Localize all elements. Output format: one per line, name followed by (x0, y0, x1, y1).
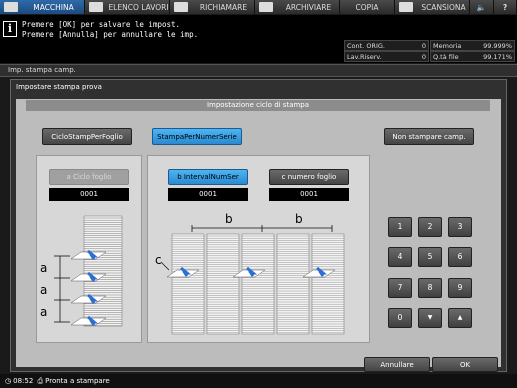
ciclo-foglio-diagram (54, 215, 123, 327)
annullare-button[interactable]: Annullare (364, 357, 430, 372)
status-cont-orig: Cont. ORIG. 0 (344, 40, 429, 51)
status-memoria: Memoria 99.999% (430, 40, 515, 51)
copier-icon (4, 2, 18, 12)
label-a-1: a (40, 261, 48, 275)
key-7[interactable]: 7 (388, 278, 412, 298)
scan-icon (399, 2, 413, 12)
store-icon (259, 2, 273, 12)
key-4[interactable]: 4 (388, 247, 412, 267)
key-3[interactable]: 3 (448, 217, 472, 237)
info-icon: i (3, 21, 17, 37)
series-diagram (160, 225, 345, 335)
key-2[interactable]: 2 (418, 217, 442, 237)
printer-status: Pronta a stampare (45, 377, 110, 385)
label-b-1: b (225, 212, 233, 226)
status-lav-riserv: Lav.Riserv. 0 (344, 51, 429, 62)
tab-label: SCANSIONA (421, 2, 466, 12)
stampa-per-numer-serie-button[interactable]: StampaPerNumerSerie (152, 128, 242, 145)
message-line-2: Premere [Annulla] per annullare le imp. (22, 30, 199, 39)
tab-label: ELENCO LAVORI (108, 2, 169, 12)
key-0[interactable]: 0 (388, 308, 412, 328)
tab-label: MACCHINA (33, 2, 74, 12)
tab-label: COPIA (355, 2, 379, 12)
time: 08:52 (13, 377, 34, 385)
ciclo-stamp-per-foglio-button[interactable]: CicloStampPerFoglio (42, 128, 132, 145)
key-8[interactable]: 8 (418, 278, 442, 298)
numero-foglio-value: 0001 (269, 188, 349, 201)
clock-icon: ◷ (5, 377, 12, 385)
key-up[interactable]: ▲ (448, 308, 472, 328)
paper-stack (83, 215, 123, 327)
panel-title: Impostare stampa prova (16, 83, 102, 91)
tab-elenco-lavori[interactable]: ELENCO LAVORI (85, 0, 170, 14)
breadcrumb: Imp. stampa camp. (0, 64, 517, 77)
list-icon (89, 2, 103, 12)
help-button[interactable]: ? (494, 0, 517, 14)
key-1[interactable]: 1 (388, 217, 412, 237)
label-a-3: a (40, 305, 48, 319)
key-9[interactable]: 9 (448, 278, 472, 298)
label-c: c (155, 253, 162, 267)
tab-macchina[interactable]: MACCHINA (0, 0, 85, 14)
ciclo-foglio-button[interactable]: a Ciclo foglio (49, 169, 129, 185)
tab-scansiona[interactable]: SCANSIONA (395, 0, 470, 14)
volume-button[interactable]: 🔈 (470, 0, 494, 14)
help-icon: ? (502, 2, 508, 12)
printer-icon: ⎙ (37, 377, 44, 385)
tab-copia[interactable]: COPIA (340, 0, 395, 14)
recall-icon (174, 2, 188, 12)
numero-foglio-button[interactable]: c numero foglio (269, 169, 349, 185)
key-down[interactable]: ▼ (418, 308, 442, 328)
interval-num-ser-button[interactable]: b IntervalNumSer (168, 169, 248, 185)
ok-button[interactable]: OK (432, 357, 498, 372)
bottom-status-bar: ◷ 08:52 ⎙ Pronta a stampare (0, 374, 517, 388)
tab-archiviare[interactable]: ARCHIVIARE (255, 0, 340, 14)
status-qta-file: Q.tà file 99.171% (430, 51, 515, 62)
non-stampare-camp-button[interactable]: Non stampare camp. (384, 128, 474, 145)
label-a-2: a (40, 283, 48, 297)
key-5[interactable]: 5 (418, 247, 442, 267)
section-title: Impostazione ciclo di stampa (26, 100, 490, 111)
interval-num-ser-value: 0001 (168, 188, 248, 201)
tab-richiamare[interactable]: RICHIAMARE (170, 0, 255, 14)
speaker-icon: 🔈 (476, 2, 487, 12)
label-b-2: b (295, 212, 303, 226)
key-6[interactable]: 6 (448, 247, 472, 267)
ciclo-foglio-value: 0001 (49, 188, 129, 201)
tab-label: RICHIAMARE (199, 2, 248, 12)
message-line-1: Premere [OK] per salvare le impost. (22, 20, 181, 29)
tab-label: ARCHIVIARE (285, 2, 332, 12)
